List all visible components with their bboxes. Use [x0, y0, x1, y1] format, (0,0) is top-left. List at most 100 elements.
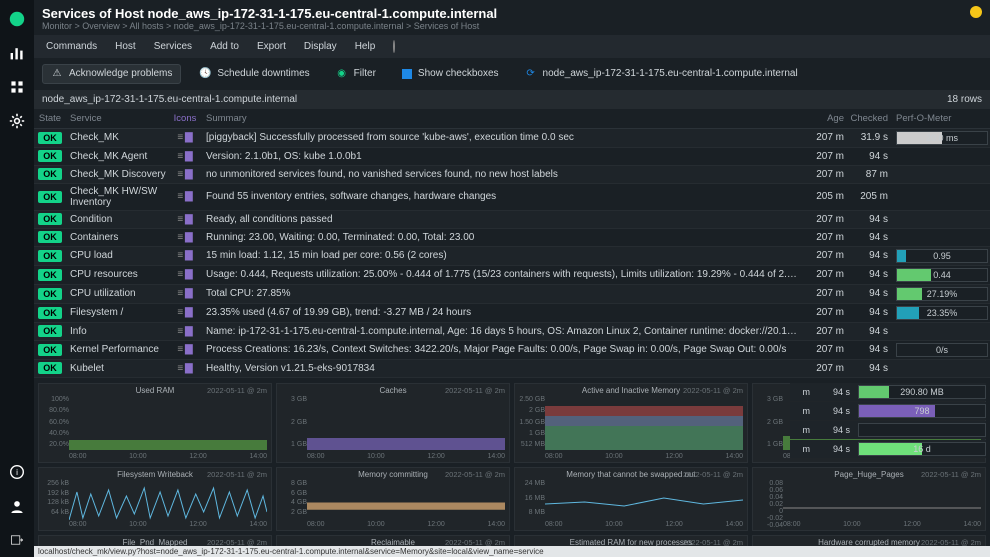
menu-icon[interactable]: ≡ [177, 326, 182, 337]
service-name[interactable]: Check_MK Agent [64, 151, 168, 162]
perfometer[interactable]: 23.35% [896, 306, 988, 320]
tb-services[interactable]: Services [146, 37, 200, 56]
menu-icon[interactable]: ≡ [177, 288, 182, 299]
col-icons[interactable]: Icons [168, 113, 202, 124]
table-row[interactable]: m94 s290.80 MB [790, 383, 986, 401]
table-row[interactable]: m94 s16 d [790, 440, 986, 458]
logo-icon[interactable] [8, 10, 26, 28]
menu-icon[interactable]: ≡ [177, 307, 182, 318]
checkboxes-button[interactable]: Show checkboxes [394, 65, 507, 82]
graph-icon[interactable]: ▇ [185, 363, 193, 374]
graph-icon[interactable]: ▇ [185, 288, 193, 299]
col-service[interactable]: Service [64, 113, 168, 124]
menu-icon[interactable]: ≡ [177, 169, 182, 180]
table-row[interactable]: OKCheck_MK Discovery≡ ▇no unmonitored se… [34, 166, 990, 184]
tb-commands[interactable]: Commands [38, 37, 105, 56]
menu-icon[interactable]: ≡ [177, 269, 182, 280]
monitor-icon[interactable] [8, 44, 26, 62]
row-icons[interactable]: ≡ ▇ [168, 344, 202, 355]
row-icons[interactable]: ≡ ▇ [168, 307, 202, 318]
perfometer[interactable] [858, 423, 986, 437]
graph-icon[interactable]: ▇ [185, 269, 193, 280]
service-name[interactable]: Filesystem / [64, 307, 168, 318]
menu-icon[interactable]: ≡ [177, 191, 182, 202]
table-row[interactable]: m94 s [790, 421, 986, 439]
menu-icon[interactable]: ≡ [177, 214, 182, 225]
col-checked[interactable]: Checked [844, 113, 888, 124]
perfometer[interactable]: 20.0 ms [896, 131, 988, 145]
chart-panel[interactable]: Active and Inactive Memory2022-05-11 @ 2… [514, 383, 748, 463]
table-row[interactable]: m94 s798 [790, 402, 986, 420]
tb-display[interactable]: Display [296, 37, 345, 56]
graph-icon[interactable]: ▇ [185, 326, 193, 337]
perfometer[interactable]: 0.44 [896, 268, 988, 282]
table-row[interactable]: OKFilesystem /≡ ▇23.35% used (4.67 of 19… [34, 304, 990, 323]
row-icons[interactable]: ≡ ▇ [168, 250, 202, 261]
tb-export[interactable]: Export [249, 37, 294, 56]
graph-icon[interactable]: ▇ [185, 232, 193, 243]
table-row[interactable]: OKCPU resources≡ ▇Usage: 0.444, Requests… [34, 266, 990, 285]
menu-icon[interactable]: ≡ [177, 132, 182, 143]
ack-button[interactable]: ⚠Acknowledge problems [42, 64, 181, 84]
chart-panel[interactable]: Filesystem Writeback2022-05-11 @ 2m256 k… [38, 467, 272, 531]
graph-icon[interactable]: ▇ [185, 250, 193, 261]
row-icons[interactable]: ≡ ▇ [168, 326, 202, 337]
menu-icon[interactable]: ≡ [177, 363, 182, 374]
info-icon[interactable]: i [8, 463, 26, 481]
row-icons[interactable]: ≡ ▇ [168, 288, 202, 299]
chart-panel[interactable]: Page_Huge_Pages2022-05-11 @ 2m0.080.060.… [752, 467, 986, 531]
menu-icon[interactable]: ≡ [177, 344, 182, 355]
tb-host[interactable]: Host [107, 37, 144, 56]
perfometer[interactable]: 798 [858, 404, 986, 418]
menu-icon[interactable]: ≡ [177, 232, 182, 243]
service-name[interactable]: Condition [64, 214, 168, 225]
filter-button[interactable]: ◉Filter [328, 65, 384, 83]
service-name[interactable]: Check_MK Discovery [64, 169, 168, 180]
gear-icon[interactable] [8, 112, 26, 130]
row-icons[interactable]: ≡ ▇ [168, 269, 202, 280]
graph-icon[interactable]: ▇ [185, 214, 193, 225]
col-age[interactable]: Age [800, 113, 844, 124]
schedule-button[interactable]: 🕓Schedule downtimes [191, 65, 317, 83]
perfometer[interactable]: 0.95 [896, 249, 988, 263]
table-row[interactable]: OKContainers≡ ▇Running: 23.00, Waiting: … [34, 229, 990, 247]
menu-icon[interactable]: ≡ [177, 151, 182, 162]
table-row[interactable]: OKCheck_MK Agent≡ ▇Version: 2.1.0b1, OS:… [34, 148, 990, 166]
col-perf[interactable]: Perf-O-Meter [888, 113, 988, 124]
graph-icon[interactable]: ▇ [185, 132, 193, 143]
table-row[interactable]: OKCheck_MK HW/SW Inventory≡ ▇Found 55 in… [34, 184, 990, 211]
tb-help[interactable]: Help [347, 37, 384, 56]
graph-icon[interactable]: ▇ [185, 307, 193, 318]
perfometer[interactable]: 290.80 MB [858, 385, 986, 399]
row-icons[interactable]: ≡ ▇ [168, 169, 202, 180]
row-icons[interactable]: ≡ ▇ [168, 363, 202, 374]
alert-indicator-icon[interactable] [970, 6, 982, 18]
row-icons[interactable]: ≡ ▇ [168, 232, 202, 243]
breadcrumb[interactable]: Monitor > Overview > All hosts > node_aw… [42, 21, 982, 31]
service-name[interactable]: CPU utilization [64, 288, 168, 299]
tb-addto[interactable]: Add to [202, 37, 247, 56]
graph-icon[interactable]: ▇ [185, 191, 193, 202]
graph-icon[interactable]: ▇ [185, 344, 193, 355]
menu-icon[interactable]: ≡ [177, 250, 182, 261]
chart-panel[interactable]: Used RAM2022-05-11 @ 2m100%80.0%60.0%40.… [38, 383, 272, 463]
row-icons[interactable]: ≡ ▇ [168, 132, 202, 143]
table-row[interactable]: OKInfo≡ ▇Name: ip-172-31-1-175.eu-centra… [34, 323, 990, 341]
host-link[interactable]: ⟳node_aws_ip-172-31-1-175.eu-central-1.c… [517, 65, 806, 83]
service-name[interactable]: Containers [64, 232, 168, 243]
row-icons[interactable]: ≡ ▇ [168, 151, 202, 162]
service-name[interactable]: Info [64, 326, 168, 337]
collapse-icon[interactable] [8, 531, 26, 549]
service-name[interactable]: CPU resources [64, 269, 168, 280]
perfometer[interactable]: 0/s [896, 343, 988, 357]
service-name[interactable]: Check_MK HW/SW Inventory [64, 186, 168, 208]
chart-panel[interactable]: Memory that cannot be swapped out2022-05… [514, 467, 748, 531]
table-row[interactable]: OKKubelet≡ ▇Healthy, Version v1.21.5-eks… [34, 360, 990, 378]
graph-icon[interactable]: ▇ [185, 169, 193, 180]
row-icons[interactable]: ≡ ▇ [168, 214, 202, 225]
col-summary[interactable]: Summary [202, 113, 800, 124]
table-row[interactable]: OKCPU utilization≡ ▇Total CPU: 27.85%207… [34, 285, 990, 304]
apps-icon[interactable] [8, 78, 26, 96]
service-name[interactable]: Check_MK [64, 132, 168, 143]
row-icons[interactable]: ≡ ▇ [168, 191, 202, 202]
